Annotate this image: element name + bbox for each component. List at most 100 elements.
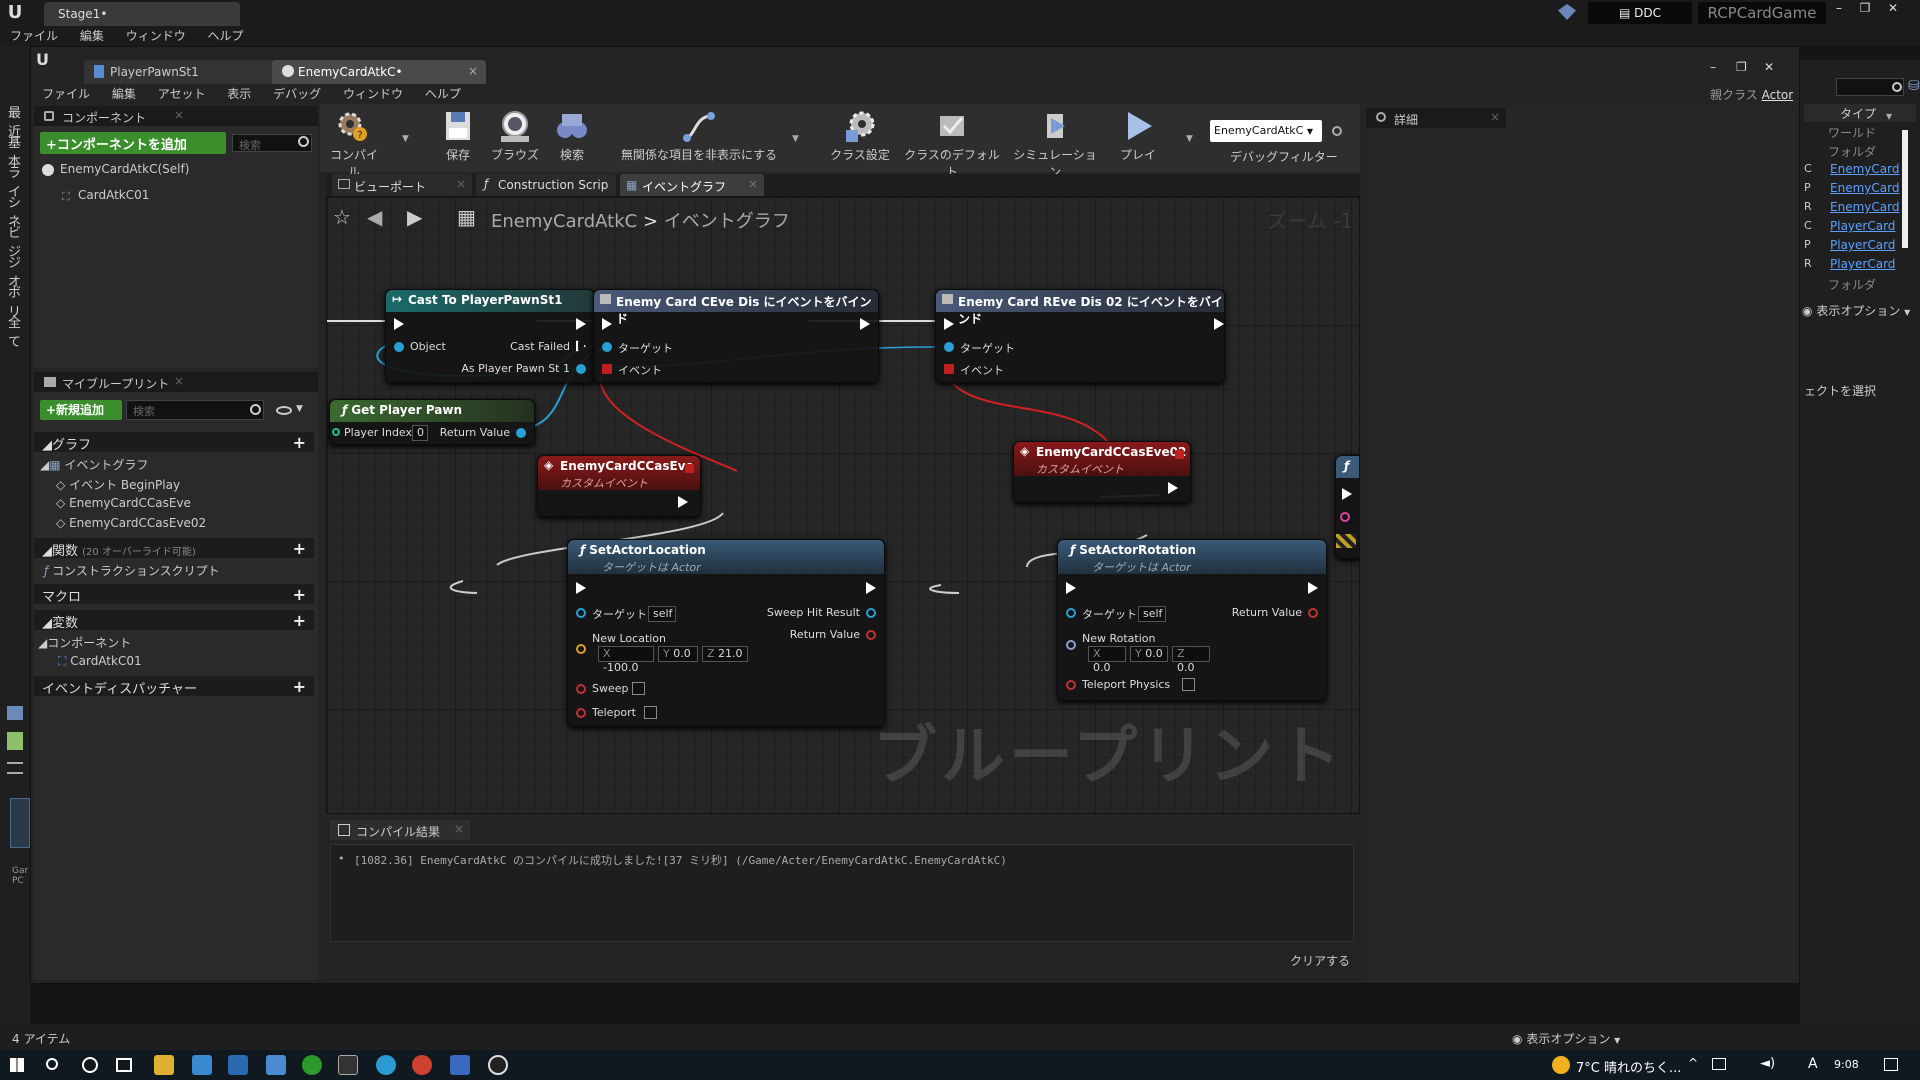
class-settings-button[interactable]: クラス設定 <box>830 108 890 163</box>
exec-out-pin[interactable] <box>860 318 870 330</box>
panel-close-icon[interactable]: × <box>174 374 184 388</box>
return-value-pin[interactable] <box>516 428 526 438</box>
teleport-physics-checkbox[interactable] <box>1182 678 1195 691</box>
ddc-indicator[interactable]: ▤ DDC <box>1588 2 1692 24</box>
player-index-input[interactable]: 0 <box>412 425 428 441</box>
object-pin[interactable] <box>394 342 404 352</box>
ime-indicator[interactable]: A <box>1808 1056 1818 1072</box>
unreal-taskbar-icon[interactable] <box>488 1055 508 1075</box>
exec-in-pin[interactable] <box>602 318 612 330</box>
inner-close-icon[interactable]: ✕ <box>1764 60 1774 74</box>
close-icon[interactable]: ✕ <box>1882 1 1904 15</box>
type-column-header[interactable]: タイプ <box>1804 104 1916 122</box>
exec-out-pin[interactable] <box>576 318 586 330</box>
player-index-pin[interactable] <box>332 428 340 436</box>
target-self-field[interactable]: self <box>648 606 676 622</box>
new-rotation-pin[interactable] <box>1066 640 1076 650</box>
event-beginplay-item[interactable]: ◇ イベント BeginPlay <box>56 476 180 493</box>
node-partial-offscreen[interactable]: ƒ <box>1335 455 1359 559</box>
outer-menu-file[interactable]: ファイル <box>10 26 58 46</box>
weather-text[interactable]: 7°C 晴れのちく... <box>1576 1057 1681 1076</box>
doc-tab-enemycard[interactable]: EnemyCardAtkC• × <box>272 60 486 84</box>
outliner-row-link[interactable]: PlayerCard <box>1830 238 1895 252</box>
teleport-checkbox[interactable] <box>644 706 657 719</box>
construction-script-item[interactable]: ƒ コンストラクションスクリプト <box>44 562 220 579</box>
functions-section[interactable]: ◢関数 (20 オーバーライド可能) + <box>34 538 314 559</box>
tab-close-icon[interactable]: × <box>748 177 758 191</box>
node-custom-event-1[interactable]: ◈ EnemyCardCCasEve カスタムイベント <box>537 455 701 517</box>
outliner-view-options[interactable]: ◉ 表示オプション ▼ <box>1802 302 1910 319</box>
add-macro-icon[interactable]: + <box>293 585 306 604</box>
delegate-pin[interactable] <box>1175 450 1184 459</box>
exec-out-pin[interactable] <box>1214 318 1224 330</box>
page-icon[interactable] <box>7 732 23 750</box>
search-icon[interactable] <box>1892 82 1902 92</box>
event-pin[interactable] <box>944 364 954 374</box>
panel-close-icon[interactable]: × <box>1490 110 1500 124</box>
tray-chevron-icon[interactable]: ^ <box>1688 1056 1698 1070</box>
inner-min-icon[interactable]: – <box>1710 60 1716 74</box>
asset-thumbnail[interactable] <box>10 798 30 848</box>
tab-event-graph[interactable]: ▦ イベントグラフ × <box>620 174 764 196</box>
outliner-row-link[interactable]: PlayerCard <box>1830 257 1895 271</box>
target-pin[interactable] <box>944 342 954 352</box>
terminal-icon[interactable] <box>338 1055 358 1075</box>
event-pin[interactable] <box>602 364 612 374</box>
exec-out-pin[interactable] <box>678 496 688 508</box>
play-button[interactable]: プレイ <box>1118 108 1158 163</box>
strip-item[interactable]: 全て <box>8 312 30 350</box>
add-variable-icon[interactable]: + <box>293 611 306 630</box>
add-new-button[interactable]: +新規追加 <box>40 400 122 420</box>
app-icon[interactable] <box>450 1055 470 1075</box>
compile-button[interactable]: ? コンパイル <box>328 108 380 180</box>
tab-close-icon[interactable]: × <box>468 64 478 78</box>
node-set-actor-location[interactable]: ƒ SetActorLocation ターゲットは Actor ターゲット sel… <box>567 539 885 727</box>
sweep-pin[interactable] <box>576 684 586 694</box>
tab-viewport[interactable]: ビューポート × <box>332 174 472 196</box>
outliner-row-link[interactable]: EnemyCard <box>1830 162 1899 176</box>
save-button[interactable]: 保存 <box>440 108 476 163</box>
search-icon[interactable] <box>250 404 261 415</box>
tab-construction-script[interactable]: ƒ Construction Scrip <box>476 174 616 196</box>
exec-in-pin[interactable] <box>576 582 586 594</box>
clock[interactable]: 9:08 <box>1834 1058 1859 1071</box>
sweep-hit-pin[interactable] <box>866 608 876 618</box>
chrome-icon[interactable] <box>412 1055 432 1075</box>
outer-menu-help[interactable]: ヘルプ <box>208 26 244 46</box>
component-cardatkc01[interactable]: CardAtkC01 <box>78 188 149 202</box>
component-self[interactable]: EnemyCardAtkC(Self) <box>60 162 189 176</box>
eye-icon[interactable] <box>276 406 292 415</box>
hide-unrelated-button[interactable]: 無関係な項目を非表示にする <box>618 108 780 163</box>
exec-in-pin[interactable] <box>1342 488 1352 500</box>
components-subsection[interactable]: ◢コンポーネント <box>38 634 131 651</box>
add-graph-icon[interactable]: + <box>293 433 306 452</box>
browse-button[interactable]: ブラウズ <box>490 108 540 163</box>
component-variable-item[interactable]: ⛶ CardAtkC01 <box>58 654 142 669</box>
location-z-field[interactable]: Z 21.0 <box>702 646 748 662</box>
menu-view[interactable]: 表示 <box>227 84 251 104</box>
outliner-row-label[interactable]: ワールド <box>1828 124 1876 141</box>
notification-icon[interactable] <box>1884 1058 1898 1071</box>
event-custom2-item[interactable]: ◇ EnemyCardCCasEve02 <box>56 516 206 530</box>
view-options-button[interactable]: ◉ 表示オプション ▼ <box>1512 1030 1620 1047</box>
return-value-pin[interactable] <box>866 630 876 640</box>
maximize-icon[interactable]: ❐ <box>1854 1 1876 15</box>
blueprint-search-input[interactable]: 検索 <box>126 400 264 420</box>
location-x-field[interactable]: X -100.0 <box>598 646 654 674</box>
xbox-icon[interactable] <box>302 1055 322 1075</box>
content-browser-icon[interactable] <box>7 706 23 720</box>
menu-window[interactable]: ウィンドウ <box>343 84 403 104</box>
menu-file[interactable]: ファイル <box>42 84 90 104</box>
node-bind-event-2[interactable]: Enemy Card REve Dis 02 にイベントをバインド ターゲット … <box>935 289 1225 383</box>
mail-icon[interactable] <box>228 1055 248 1075</box>
macro-section[interactable]: マクロ + <box>34 584 314 605</box>
search-icon[interactable] <box>46 1058 58 1070</box>
add-function-icon[interactable]: + <box>293 539 306 558</box>
tray-network-icon[interactable] <box>1712 1058 1726 1070</box>
outliner-row-label[interactable]: フォルダ <box>1828 276 1876 293</box>
simulation-button[interactable]: シミュレーション <box>1012 108 1098 180</box>
add-dispatcher-icon[interactable]: + <box>293 677 306 696</box>
target-pin[interactable] <box>576 608 586 618</box>
exec-out-pin[interactable] <box>1308 582 1318 594</box>
rotation-y-field[interactable]: Y 0.0 <box>1130 646 1168 662</box>
